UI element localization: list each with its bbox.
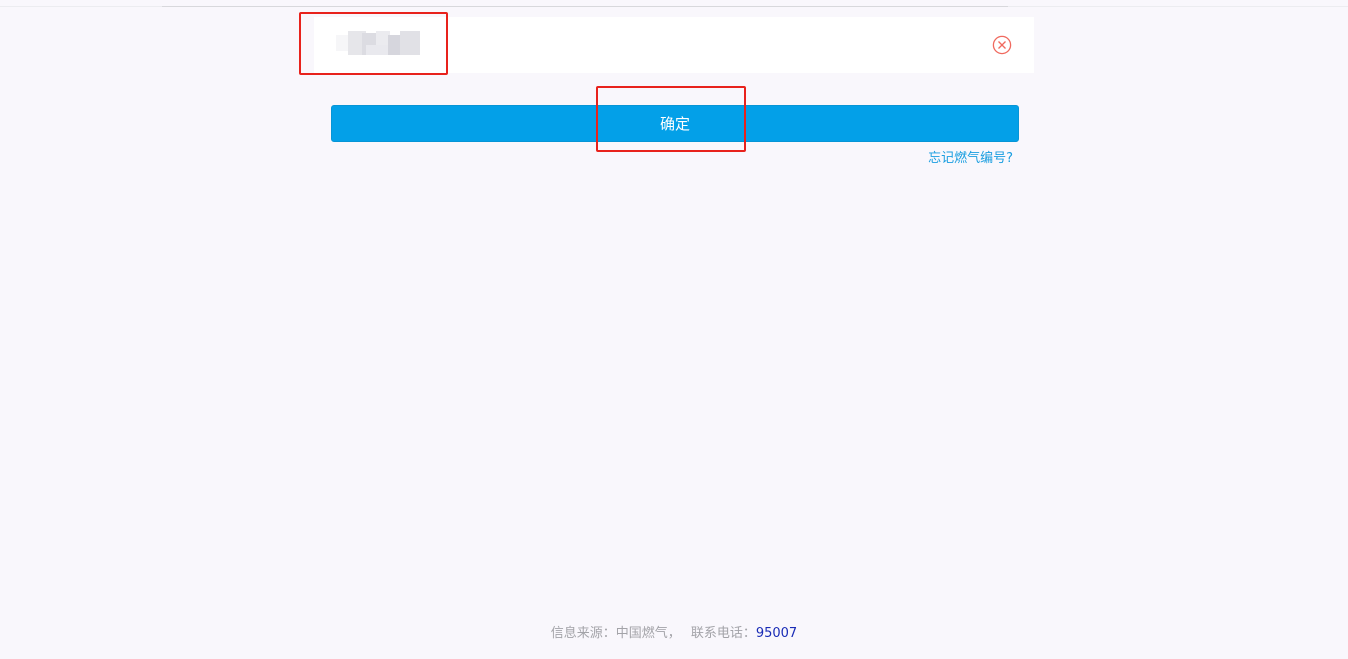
footer-phone-number[interactable]: 95007 [756, 626, 797, 641]
gas-account-input[interactable] [332, 29, 992, 59]
top-divider-line [162, 6, 1008, 7]
footer-source: 信息来源：中国燃气， [550, 626, 681, 641]
clear-circle-x-icon[interactable] [992, 35, 1012, 55]
footer: 信息来源：中国燃气， 联系电话：95007 [0, 622, 1348, 641]
page: 确定 忘记燃气编号? 信息来源：中国燃气， 联系电话：95007 [0, 0, 1348, 659]
footer-phone-label: 联系电话： [690, 626, 756, 641]
confirm-button-label: 确定 [659, 115, 690, 133]
account-input-card [314, 17, 1034, 73]
forgot-account-link[interactable]: 忘记燃气编号? [928, 147, 1013, 166]
confirm-button[interactable]: 确定 [331, 105, 1019, 142]
top-divider [0, 6, 1348, 7]
